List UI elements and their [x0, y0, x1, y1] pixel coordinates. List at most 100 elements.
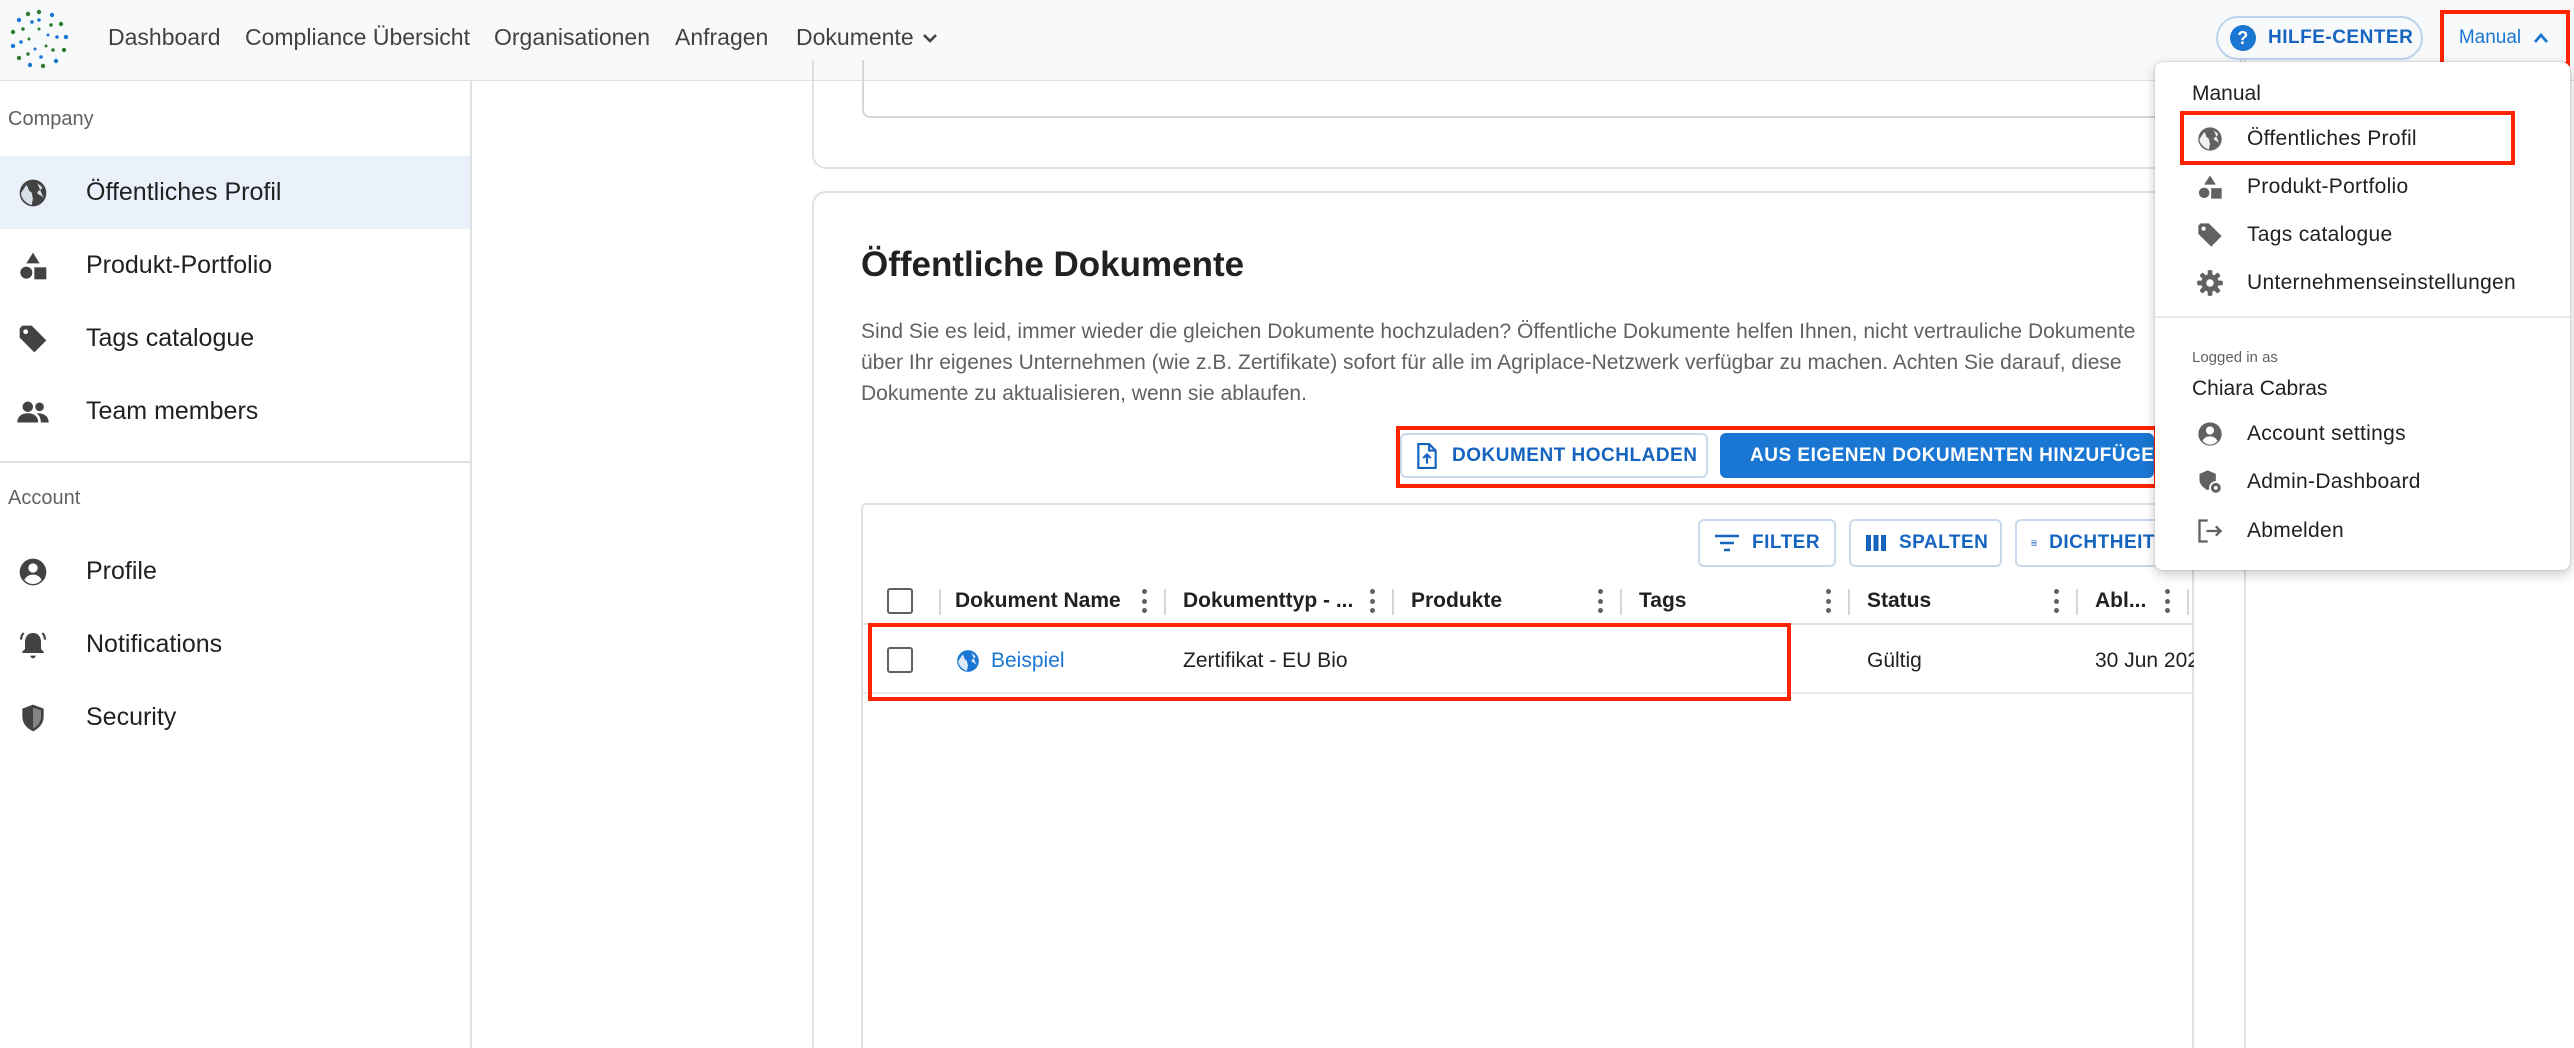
- nav-organisations[interactable]: Organisationen: [494, 24, 650, 51]
- logged-in-caption: Logged in as: [2192, 349, 2278, 366]
- menu-item-account-settings[interactable]: Account settings: [2155, 410, 2570, 458]
- sidebar-item-notifications[interactable]: Notifications: [0, 608, 470, 681]
- status-cell: Gültig: [1867, 648, 1922, 672]
- column-header-expiry[interactable]: Abl...: [2095, 577, 2146, 625]
- menu-item-company-settings[interactable]: Unternehmenseinstellungen: [2155, 259, 2570, 307]
- sidebar-item-label: Notifications: [86, 630, 223, 658]
- highlight-box-row: [868, 623, 1791, 701]
- sidebar-heading-company: Company: [8, 108, 94, 130]
- column-separator: [1392, 589, 1394, 615]
- sidebar-item-label: Team members: [86, 397, 259, 425]
- help-icon: ?: [2230, 25, 2256, 51]
- shapes-icon: [16, 249, 50, 283]
- sidebar-item-label: Öffentliches Profil: [86, 178, 282, 206]
- column-separator: [939, 589, 941, 615]
- column-menu-icon[interactable]: [1596, 589, 1604, 613]
- density-label: DICHTHEIT: [2049, 532, 2155, 553]
- columns-label: SPALTEN: [1899, 532, 1989, 553]
- column-menu-icon[interactable]: [1368, 589, 1376, 613]
- sidebar-item-security[interactable]: Security: [0, 681, 470, 754]
- menu-item-label: Tags catalogue: [2247, 223, 2393, 246]
- admin-icon: [2195, 467, 2225, 497]
- shapes-icon: [2195, 172, 2225, 202]
- user-menu-button[interactable]: Manual: [2440, 10, 2570, 66]
- column-header-tags[interactable]: Tags: [1639, 577, 1686, 625]
- filter-icon: [1715, 534, 1739, 552]
- menu-item-tags-catalogue[interactable]: Tags catalogue: [2155, 211, 2570, 259]
- menu-item-logout[interactable]: Abmelden: [2155, 507, 2570, 555]
- column-separator: [2187, 589, 2189, 615]
- columns-button[interactable]: SPALTEN: [1849, 519, 2002, 567]
- column-menu-icon[interactable]: [1140, 589, 1148, 613]
- chevron-up-icon: [2534, 32, 2549, 43]
- filter-label: FILTER: [1752, 532, 1821, 553]
- people-icon: [16, 395, 50, 429]
- menu-item-label: Account settings: [2247, 422, 2406, 445]
- sidebar-item-profile[interactable]: Profile: [0, 535, 470, 608]
- column-header-document-name[interactable]: Dokument Name: [955, 577, 1121, 625]
- density-button[interactable]: DICHTHEIT: [2015, 519, 2155, 567]
- highlight-box-menu-item: [2180, 111, 2515, 165]
- column-header-products[interactable]: Produkte: [1411, 577, 1502, 625]
- sidebar-item-tags-catalogue[interactable]: Tags catalogue: [0, 302, 470, 375]
- section-title: Öffentliche Dokumente: [861, 245, 1245, 284]
- menu-item-label: Abmelden: [2247, 519, 2344, 542]
- sidebar-item-team-members[interactable]: Team members: [0, 375, 470, 448]
- menu-item-label: Admin-Dashboard: [2247, 470, 2421, 493]
- sidebar-item-label: Produkt-Portfolio: [86, 251, 273, 279]
- bell-icon: [16, 628, 50, 662]
- sidebar-heading-account: Account: [8, 487, 81, 509]
- nav-dashboard[interactable]: Dashboard: [108, 24, 221, 51]
- menu-item-label: Produkt-Portfolio: [2247, 175, 2409, 198]
- chevron-down-icon: [922, 33, 937, 43]
- column-separator: [1164, 589, 1166, 615]
- help-center-label: HILFE-CENTER: [2268, 27, 2414, 48]
- grid-header-row: Dokument Name Dokumenttyp - ... Produkte…: [863, 577, 2194, 625]
- tag-icon: [2195, 220, 2225, 250]
- gear-icon: [2195, 268, 2225, 298]
- column-separator: [1620, 589, 1622, 615]
- user-menu-label: Manual: [2458, 27, 2522, 48]
- menu-item-product-portfolio[interactable]: Produkt-Portfolio: [2155, 163, 2570, 211]
- help-center-button[interactable]: ? HILFE-CENTER: [2216, 16, 2423, 60]
- previous-card: [812, 60, 2246, 169]
- nav-requests[interactable]: Anfragen: [675, 24, 768, 51]
- density-icon: [2031, 540, 2037, 546]
- previous-card-inner: [862, 60, 2242, 118]
- tag-icon: [16, 322, 50, 356]
- menu-item-label: Unternehmenseinstellungen: [2247, 271, 2517, 294]
- menu-organisation-heading: Manual: [2192, 82, 2261, 105]
- sidebar-item-label: Security: [86, 703, 177, 731]
- column-header-document-type[interactable]: Dokumenttyp - ...: [1183, 577, 1353, 625]
- sidebar-item-label: Profile: [86, 557, 157, 585]
- settings-sidebar: Company Öffentliches Profil Produkt-Port…: [0, 81, 472, 1048]
- column-menu-icon[interactable]: [2163, 589, 2171, 613]
- account-circle-icon: [2195, 419, 2225, 449]
- column-menu-icon[interactable]: [1824, 589, 1832, 613]
- column-separator: [1848, 589, 1850, 615]
- logout-icon: [2195, 516, 2225, 546]
- sidebar-item-label: Tags catalogue: [86, 324, 255, 352]
- highlight-box-buttons: [1396, 426, 2158, 488]
- sidebar-item-public-profile[interactable]: Öffentliches Profil: [0, 156, 470, 229]
- section-description: Sind Sie es leid, immer wieder die gleic…: [861, 320, 2136, 405]
- agriplace-logo-icon[interactable]: [8, 8, 70, 70]
- globe-icon: [16, 176, 50, 210]
- nav-documents-label: Dokumente: [796, 24, 914, 50]
- shield-icon: [16, 701, 50, 735]
- select-all-checkbox[interactable]: [887, 588, 913, 614]
- sidebar-divider: [0, 461, 470, 463]
- nav-documents-dropdown[interactable]: Dokumente: [796, 24, 940, 51]
- logged-in-user-name: Chiara Cabras: [2192, 377, 2328, 400]
- menu-divider: [2155, 316, 2570, 318]
- column-header-status[interactable]: Status: [1867, 577, 1931, 625]
- nav-compliance[interactable]: Compliance Übersicht: [245, 24, 470, 51]
- column-separator: [2076, 589, 2078, 615]
- column-menu-icon[interactable]: [2052, 589, 2060, 613]
- sidebar-item-product-portfolio[interactable]: Produkt-Portfolio: [0, 229, 470, 302]
- filter-button[interactable]: FILTER: [1698, 519, 1836, 567]
- expiry-cell: 30 Jun 2025: [2095, 648, 2194, 672]
- menu-item-admin-dashboard[interactable]: Admin-Dashboard: [2155, 458, 2570, 506]
- columns-icon: [1866, 535, 1886, 551]
- account-circle-icon: [16, 555, 50, 589]
